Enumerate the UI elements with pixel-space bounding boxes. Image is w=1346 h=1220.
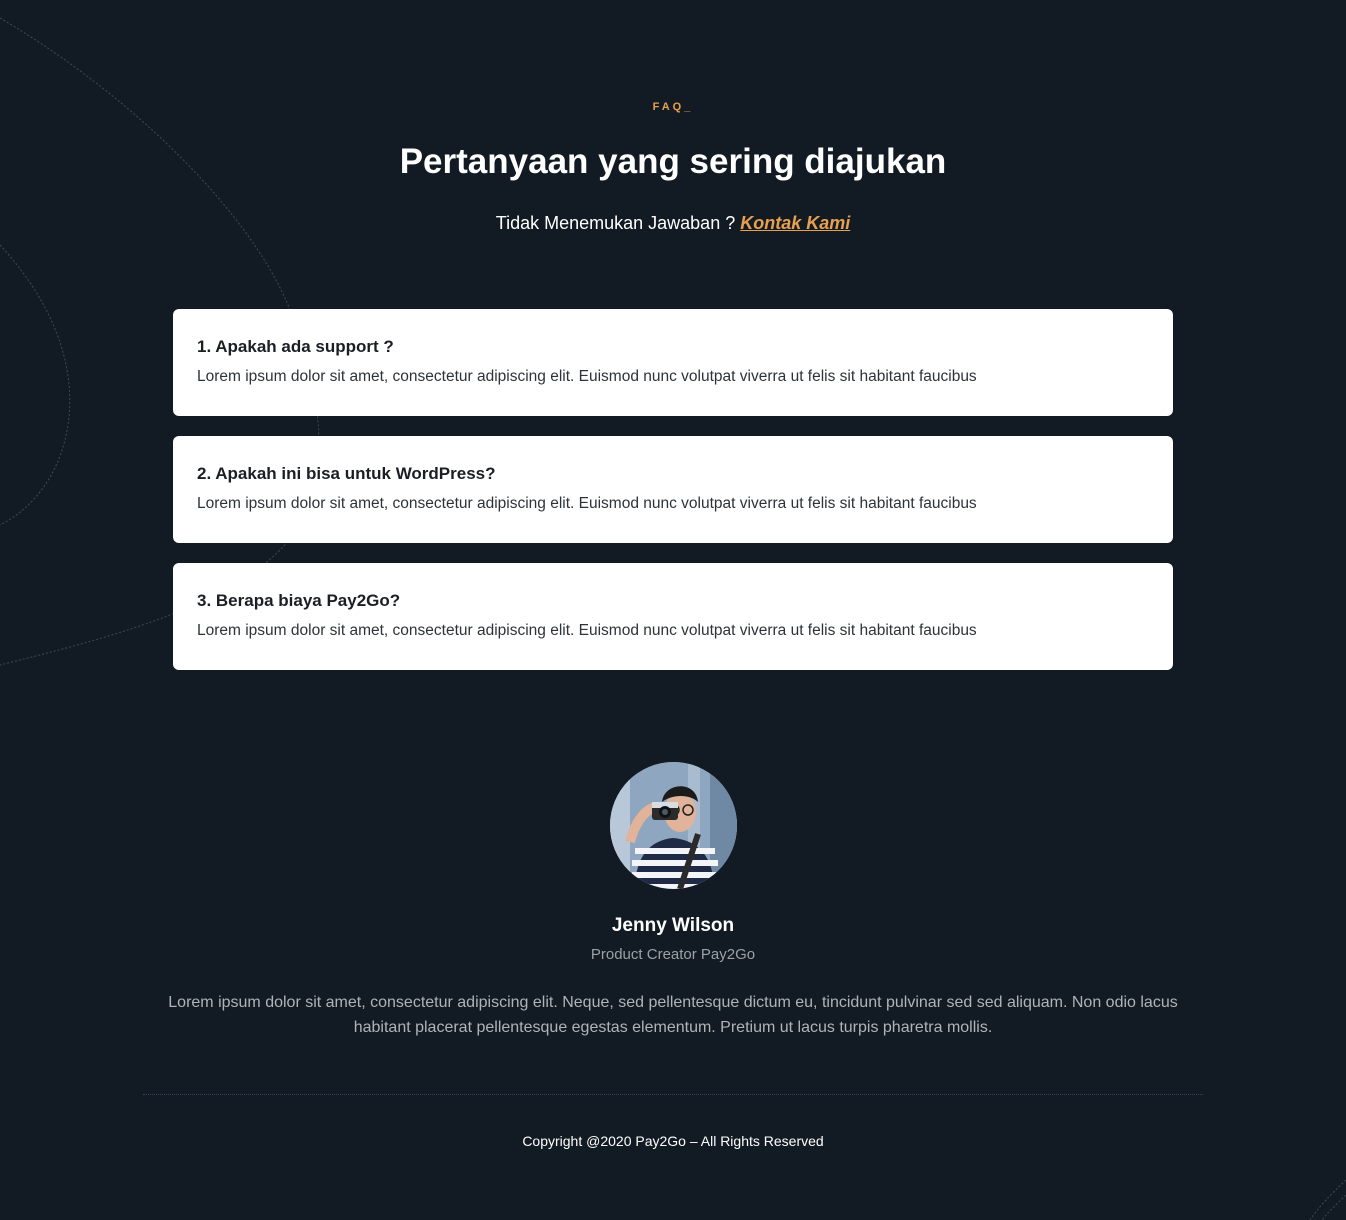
contact-link[interactable]: Kontak Kami — [740, 213, 850, 233]
faq-answer: Lorem ipsum dolor sit amet, consectetur … — [197, 495, 977, 512]
faq-answer: Lorem ipsum dolor sit amet, consectetur … — [197, 622, 977, 639]
faq-subtitle: Tidak Menemukan Jawaban ? Kontak Kami — [0, 213, 1346, 234]
footer-copyright: Copyright @2020 Pay2Go – All Rights Rese… — [522, 1133, 824, 1149]
footer-divider — [143, 1094, 1203, 1095]
subtitle-text: Tidak Menemukan Jawaban ? — [495, 213, 741, 233]
avatar — [610, 762, 737, 889]
faq-item[interactable]: 3. Berapa biaya Pay2Go? Lorem ipsum dolo… — [173, 563, 1173, 670]
faq-answer: Lorem ipsum dolor sit amet, consectetur … — [197, 368, 977, 385]
testimonial-role: Product Creator Pay2Go — [590, 946, 756, 963]
faq-item[interactable]: 1. Apakah ada support ? Lorem ipsum dolo… — [173, 309, 1173, 416]
section-eyebrow: FAQ_ — [652, 101, 694, 113]
testimonial-name: Jenny Wilson — [611, 915, 735, 936]
faq-item[interactable]: 2. Apakah ini bisa untuk WordPress? Lore… — [173, 436, 1173, 543]
faq-question: 1. Apakah ada support ? — [197, 337, 394, 356]
faq-page: FAQ_ Pertanyaan yang sering diajukan Tid… — [0, 0, 1346, 1220]
faq-question: 3. Berapa biaya Pay2Go? — [197, 591, 401, 610]
person-photo-illustration — [610, 762, 737, 889]
testimonial-text: Lorem ipsum dolor sit amet, consectetur … — [168, 994, 1178, 1036]
faq-question: 2. Apakah ini bisa untuk WordPress? — [197, 464, 496, 483]
page-title: Pertanyaan yang sering diajukan — [399, 142, 947, 181]
